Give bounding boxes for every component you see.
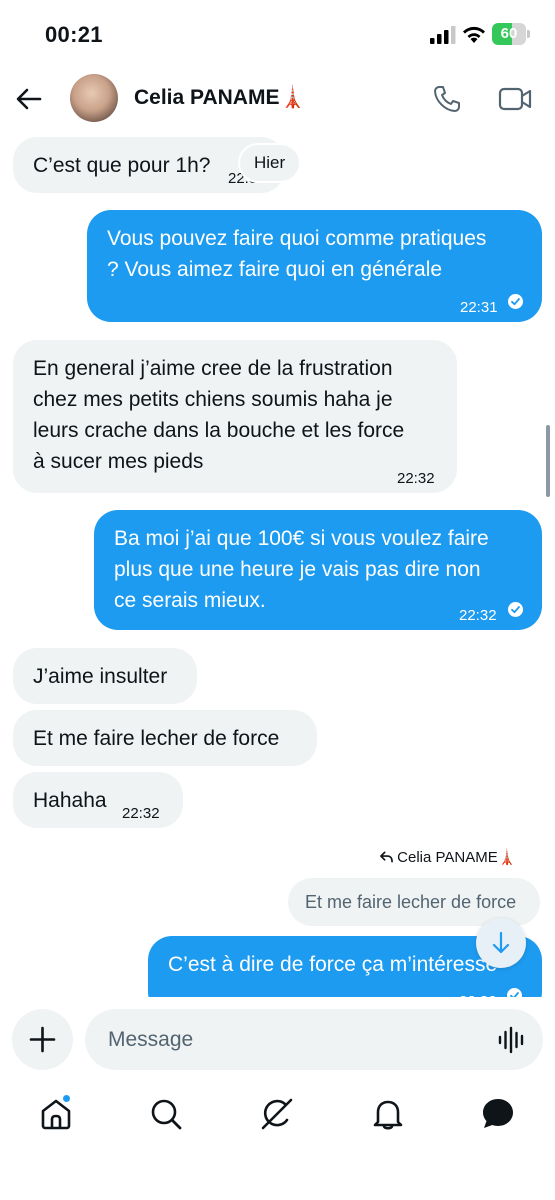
voice-waveform-icon[interactable] <box>497 1025 527 1055</box>
message-list[interactable]: C’est que pour 1h? 22:31 Vous pouvez fai… <box>0 130 555 997</box>
wifi-icon <box>463 26 485 43</box>
read-check-icon <box>508 602 523 617</box>
message-text: C’est que pour 1h? <box>33 154 211 177</box>
message-line: Ba moi j’ai que 100€ si vous voulez fair… <box>114 527 489 550</box>
battery-cap <box>527 30 530 38</box>
message-text: C’est à dire de force ça m’intéresse <box>168 953 498 976</box>
message-line: à sucer mes pieds <box>33 450 204 473</box>
message-line: ? Vous aimez faire quoi en générale <box>107 258 443 281</box>
message-bubble-outgoing[interactable]: Ba moi j’ai que 100€ si vous voulez fair… <box>94 510 542 630</box>
message-bubble-incoming[interactable]: Et me faire lecher de force <box>13 710 317 766</box>
scrollbar[interactable] <box>546 425 550 497</box>
reply-context: Celia PANAME🗼 <box>380 848 516 866</box>
video-camera-icon[interactable] <box>498 86 532 112</box>
grok-icon[interactable] <box>259 1096 295 1132</box>
message-time: 22:31 <box>460 299 498 316</box>
battery-indicator: 60 <box>492 23 530 45</box>
plus-icon <box>29 1026 56 1053</box>
composer-bar <box>0 997 555 1082</box>
arrow-left-icon[interactable] <box>14 84 44 114</box>
notifications-icon[interactable] <box>370 1096 406 1132</box>
message-time: 22:32 <box>459 986 497 997</box>
reply-arrow-icon <box>380 851 393 863</box>
contact-name[interactable]: Celia PANAME🗼 <box>134 86 306 110</box>
home-notification-dot <box>62 1094 71 1103</box>
message-input[interactable] <box>85 1009 543 1070</box>
message-text: J’aime insulter <box>33 665 168 688</box>
arrow-down-icon <box>492 931 510 954</box>
date-chip: Hier <box>240 145 300 181</box>
message-time: 22:32 <box>459 607 497 624</box>
messages-icon[interactable] <box>480 1096 516 1132</box>
scroll-to-bottom-button[interactable] <box>476 918 526 968</box>
message-bubble-outgoing[interactable]: Vous pouvez faire quoi comme pratiques ?… <box>87 210 542 322</box>
add-attachment-button[interactable] <box>12 1009 73 1070</box>
message-time: 22:32 <box>122 805 160 822</box>
message-line: En general j’aime cree de la frustration <box>33 357 393 380</box>
battery-level: 60 <box>500 25 518 42</box>
message-bubble-incoming[interactable]: Hahaha 22:32 <box>13 772 183 828</box>
message-line: leurs crache dans la bouche et les force <box>33 419 405 442</box>
battery-body: 60 <box>492 23 526 45</box>
message-line: plus que une heure je vais pas dire non <box>114 558 481 581</box>
status-bar: 00:21 60 <box>0 0 555 70</box>
search-icon[interactable] <box>148 1096 184 1132</box>
bottom-navigation <box>0 1082 555 1200</box>
message-time: 22:32 <box>397 470 435 487</box>
status-time: 00:21 <box>45 22 103 47</box>
message-text: Hahaha <box>33 789 107 812</box>
cellular-signal-icon <box>430 26 456 44</box>
read-check-icon <box>508 294 523 309</box>
message-line: Vous pouvez faire quoi comme pratiques <box>107 227 487 250</box>
message-line: chez mes petits chiens soumis haha je <box>33 388 393 411</box>
message-bubble-incoming[interactable]: J’aime insulter <box>13 648 197 704</box>
phone-icon[interactable] <box>432 84 462 114</box>
message-bubble-incoming[interactable]: En general j’aime cree de la frustration… <box>13 340 457 493</box>
reply-label-name: Celia PANAME🗼 <box>397 849 517 866</box>
message-text: Et me faire lecher de force <box>33 727 280 750</box>
conversation-header: Celia PANAME🗼 <box>0 70 555 130</box>
avatar[interactable] <box>70 74 118 122</box>
read-check-icon <box>507 988 522 997</box>
